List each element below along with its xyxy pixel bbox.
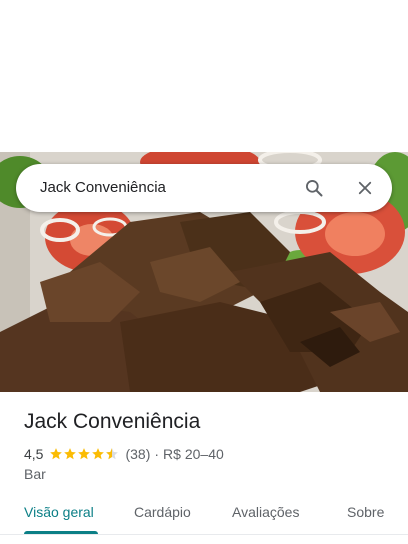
place-tabs: Visão geral Cardápio Avaliações Sobre — [0, 498, 408, 538]
tab-menu[interactable]: Cardápio — [134, 504, 191, 520]
review-count[interactable]: (38) — [125, 446, 150, 462]
star-full-icon — [78, 448, 91, 460]
search-input[interactable]: Jack Conveniência — [40, 164, 166, 212]
star-full-icon — [92, 448, 105, 460]
star-full-icon — [64, 448, 77, 460]
place-title: Jack Conveniência — [24, 410, 201, 433]
tab-reviews[interactable]: Avaliações — [232, 504, 299, 520]
star-half-icon — [106, 448, 119, 460]
tab-about[interactable]: Sobre — [347, 504, 384, 520]
tabs-divider — [0, 534, 408, 535]
place-category: Bar — [24, 466, 46, 482]
search-bar[interactable]: Jack Conveniência — [16, 164, 392, 212]
place-info-panel: Jack Conveniência 4,5 (38) · R$ 20–40 Ba… — [0, 392, 408, 544]
price-range: R$ 20–40 — [163, 446, 224, 462]
search-icon[interactable] — [302, 176, 326, 200]
map-blank-area — [0, 0, 408, 152]
tab-overview[interactable]: Visão geral — [24, 504, 94, 520]
separator-dot: · — [154, 446, 160, 462]
star-full-icon — [50, 448, 63, 460]
star-rating — [49, 447, 119, 461]
close-icon[interactable] — [353, 176, 377, 200]
rating-row[interactable]: 4,5 (38) · R$ 20–40 — [24, 444, 224, 464]
rating-value: 4,5 — [24, 446, 44, 462]
